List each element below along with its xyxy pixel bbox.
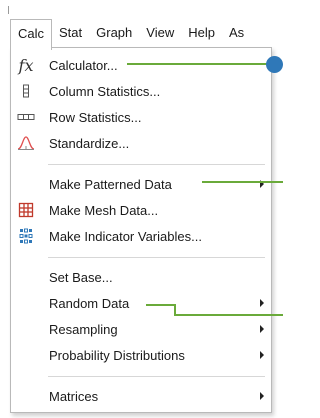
menu-item-column-statistics[interactable]: Column Statistics... xyxy=(11,78,271,104)
fx-symbol: fx xyxy=(18,55,34,75)
indicator-icon xyxy=(17,227,35,245)
edge-tick xyxy=(8,6,9,14)
standardize-icon xyxy=(17,134,35,152)
menu-help[interactable]: Help xyxy=(181,18,222,48)
menu-item-random-data[interactable]: Random Data xyxy=(11,290,271,316)
menu-item-label: Column Statistics... xyxy=(49,83,161,99)
menu-item-make-indicator-variables[interactable]: Make Indicator Variables... xyxy=(11,223,271,249)
column-icon xyxy=(17,82,35,100)
menu-item-label: Make Patterned Data xyxy=(49,176,172,192)
menu-item-label: Calculator... xyxy=(49,57,118,73)
menu-item-label: Resampling xyxy=(49,321,118,337)
menu-bar: Calc Stat Graph View Help As xyxy=(10,18,283,50)
callout-line-calculator xyxy=(127,63,272,65)
submenu-arrow-icon xyxy=(260,325,264,333)
menu-item-label: Row Statistics... xyxy=(49,109,142,125)
callout-line-patterned-data xyxy=(202,181,283,183)
mesh-icon xyxy=(17,201,35,219)
callout-marker-icon xyxy=(266,56,283,73)
row-icon xyxy=(17,108,35,126)
menu-item-probability-distributions[interactable]: Probability Distributions xyxy=(11,342,271,368)
menu-item-label: Make Mesh Data... xyxy=(49,202,159,218)
menu-calc[interactable]: Calc xyxy=(10,18,53,50)
menu-item-matrices[interactable]: Matrices xyxy=(11,383,271,409)
menu-separator xyxy=(48,257,265,258)
menu-item-standardize[interactable]: Standardize... xyxy=(11,130,271,156)
menu-item-label: Make Indicator Variables... xyxy=(49,228,202,244)
menu-item-make-patterned-data[interactable]: Make Patterned Data xyxy=(11,171,271,197)
submenu-arrow-icon xyxy=(260,392,264,400)
menu-item-calculator[interactable]: fx Calculator... xyxy=(11,52,271,78)
submenu-arrow-icon xyxy=(260,351,264,359)
menu-view[interactable]: View xyxy=(139,18,181,48)
menu-item-label: Set Base... xyxy=(49,269,113,285)
menu-separator xyxy=(48,164,265,165)
menu-item-label: Random Data xyxy=(49,295,130,311)
menu-item-label: Matrices xyxy=(49,388,99,404)
submenu-arrow-icon xyxy=(260,299,264,307)
menu-item-make-mesh-data[interactable]: Make Mesh Data... xyxy=(11,197,271,223)
menu-item-label: Standardize... xyxy=(49,135,130,151)
menu-item-row-statistics[interactable]: Row Statistics... xyxy=(11,104,271,130)
menu-stat[interactable]: Stat xyxy=(52,18,89,48)
callout-line-random-data-c xyxy=(174,314,283,316)
menu-separator xyxy=(48,376,265,377)
menu-item-label: Probability Distributions xyxy=(49,347,185,363)
menu-assistant[interactable]: As xyxy=(222,18,251,48)
calc-dropdown-menu: fx Calculator... Column Statistics... Ro… xyxy=(10,47,272,413)
menu-item-set-base[interactable]: Set Base... xyxy=(11,264,271,290)
menu-graph[interactable]: Graph xyxy=(89,18,139,48)
menu-item-resampling[interactable]: Resampling xyxy=(11,316,271,342)
fx-icon: fx xyxy=(17,55,35,75)
callout-line-random-data-a xyxy=(146,304,176,306)
